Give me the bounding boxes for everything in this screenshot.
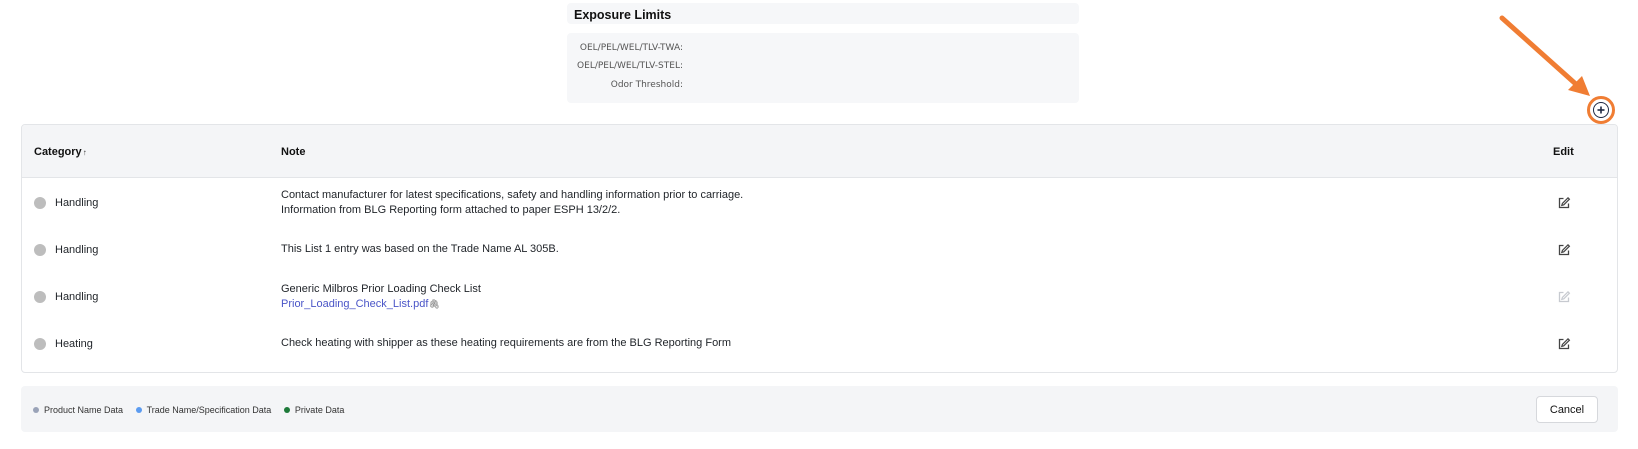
column-header-edit: Edit (1553, 146, 1574, 158)
row-note: Contact manufacturer for latest specific… (281, 188, 743, 218)
row-category: Handling (55, 291, 99, 303)
row-note: Generic Milbros Prior Loading Check List… (281, 282, 481, 312)
table-row: Heating Check heating with shipper as th… (22, 319, 1617, 368)
row-note: This List 1 entry was based on the Trade… (281, 242, 559, 257)
legend-item-trade-name: Trade Name/Specification Data (135, 405, 272, 415)
status-dot (34, 338, 46, 350)
exposure-stel-label: OEL/PEL/WEL/TLV-STEL: (577, 61, 683, 71)
exposure-limits-panel: OEL/PEL/WEL/TLV-TWA: OEL/PEL/WEL/TLV-STE… (567, 33, 1079, 103)
edit-button[interactable] (1557, 337, 1571, 351)
note-line: Contact manufacturer for latest specific… (281, 189, 744, 201)
legend-item-product-name: Product Name Data (33, 405, 123, 415)
edit-icon (1558, 196, 1571, 209)
add-note-button[interactable] (1593, 102, 1609, 118)
note-line: Information from BLG Reporting form atta… (281, 204, 621, 216)
note-line: Generic Milbros Prior Loading Check List (281, 283, 481, 295)
edit-icon (1558, 290, 1571, 303)
paperclip-icon: 🖇 (428, 299, 440, 309)
note-line: This List 1 entry was based on the Trade… (281, 243, 559, 255)
edit-button[interactable] (1557, 243, 1571, 257)
odor-threshold-label: Odor Threshold: (610, 80, 683, 90)
row-category: Handling (55, 197, 99, 209)
edit-icon (1558, 243, 1571, 256)
status-dot (34, 197, 46, 209)
legend-label: Product Name Data (44, 405, 124, 415)
table-row: Handling Contact manufacturer for latest… (22, 178, 1617, 227)
data-source-legend: Product Name Data Trade Name/Specificati… (33, 405, 354, 415)
column-header-category[interactable]: Category↑ (34, 146, 87, 158)
category-header-label: Category (34, 146, 82, 158)
attachment-link[interactable]: Prior_Loading_Check_List.pdf (281, 298, 428, 310)
status-dot (34, 291, 46, 303)
annotation-arrow (1499, 15, 1590, 96)
footer-bar: Product Name Data Trade Name/Specificati… (21, 386, 1618, 432)
legend-dot (135, 407, 142, 413)
exposure-limits-title: Exposure Limits (574, 8, 672, 22)
edit-button[interactable] (1557, 196, 1571, 210)
legend-item-private: Private Data (283, 405, 345, 415)
edit-icon (1558, 337, 1571, 350)
legend-dot (33, 407, 39, 413)
table-row: Handling This List 1 entry was based on … (22, 225, 1617, 274)
attachment-line: Prior_Loading_Check_List.pdf🖇 (281, 297, 481, 312)
row-category: Heating (55, 338, 93, 350)
note-line: Check heating with shipper as these heat… (281, 337, 732, 349)
legend-dot (283, 407, 290, 413)
notes-table: Category↑ Note Edit Handling Contact man… (21, 124, 1618, 373)
exposure-limits-header: Exposure Limits (567, 3, 1079, 24)
status-dot (34, 244, 46, 256)
table-row: Handling Generic Milbros Prior Loading C… (22, 272, 1617, 321)
row-note: Check heating with shipper as these heat… (281, 336, 731, 351)
exposure-twa-label: OEL/PEL/WEL/TLV-TWA: (579, 43, 683, 53)
column-header-note: Note (281, 146, 306, 158)
legend-label: Trade Name/Specification Data (146, 405, 272, 415)
plus-circle-icon (1597, 106, 1605, 114)
edit-button-disabled (1557, 290, 1571, 304)
legend-label: Private Data (294, 405, 345, 415)
table-header: Category↑ Note Edit (22, 125, 1617, 178)
row-category: Handling (55, 244, 99, 256)
sort-ascending-icon: ↑ (82, 148, 87, 157)
cancel-button[interactable]: Cancel (1536, 396, 1598, 423)
